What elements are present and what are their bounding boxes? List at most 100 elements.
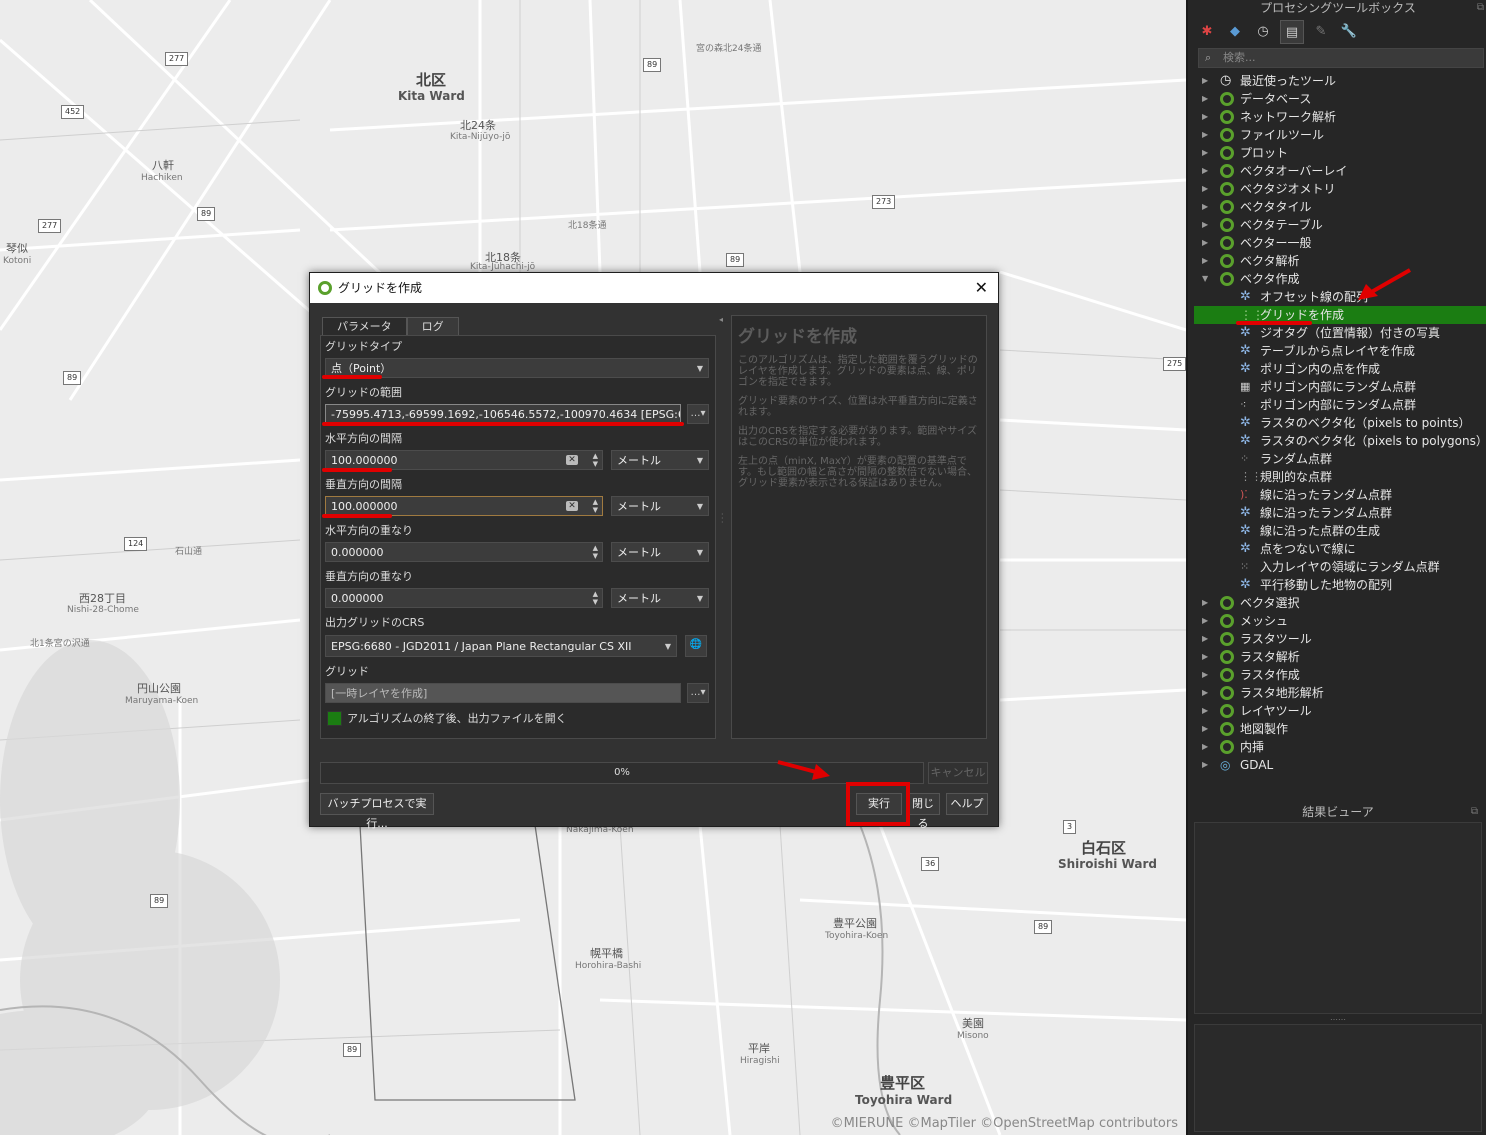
tab-log[interactable]: ログ [406,317,459,335]
collapse-arrow-icon[interactable]: ◂ [719,315,723,324]
tree-group[interactable]: ▶ ベクタタイル [1188,198,1486,216]
options-wrench-icon[interactable]: 🔧 [1338,20,1360,42]
tree-item[interactable]: ⋮⋮ 規則的な点群 [1188,468,1486,486]
expand-arrow-icon[interactable]: ▶ [1202,144,1208,162]
tree-group[interactable]: ▶ ◷ 最近使ったツール [1188,72,1486,90]
tab-parameters[interactable]: パラメータ [322,317,407,335]
edit-features-icon[interactable]: ✎ [1310,20,1332,42]
tree-item[interactable]: ✲ ラスタのベクタ化（pixels to polygons） [1188,432,1486,450]
tree-group-vector-creation[interactable]: ▼ ベクタ作成 [1188,270,1486,288]
toolbox-search-input[interactable]: ⌕ 検索... [1198,48,1484,68]
expand-arrow-icon[interactable]: ▶ [1202,198,1208,216]
tree-item[interactable]: ▦ ポリゴン内部にランダム点群 [1188,378,1486,396]
voverlay-input[interactable]: 0.000000 ▲ ▼ [325,588,603,608]
tree-item[interactable]: ✲ オフセット線の配列 [1188,288,1486,306]
clear-icon[interactable]: ✕ [566,501,578,511]
crs-select[interactable]: EPSG:6680 - JGD2011 / Japan Plane Rectan… [325,635,677,657]
open-output-checkbox[interactable] [327,711,342,726]
hspacing-unit-select[interactable]: メートル ▼ [611,450,709,470]
expand-arrow-icon[interactable]: ▶ [1202,108,1208,126]
spinner-icon[interactable]: ▲ ▼ [593,452,598,468]
map-attribution[interactable]: ©MIERUNE ©MapTiler ©OpenStreetMap contri… [831,1116,1178,1131]
results-detail[interactable] [1194,1024,1482,1132]
grid-output-input[interactable]: [一時レイヤを作成] [325,683,681,703]
tree-group[interactable]: ▶ ベクタオーバーレイ [1188,162,1486,180]
splitter-handle[interactable]: …… [1194,1014,1482,1022]
tree-group[interactable]: ▶ プロット [1188,144,1486,162]
tree-item[interactable]: ✲ 線に沿ったランダム点群 [1188,504,1486,522]
expand-arrow-icon[interactable]: ▶ [1202,180,1208,198]
results-icon[interactable]: ▤ [1280,20,1304,44]
python-icon[interactable]: ◆ [1224,20,1246,42]
tree-item[interactable]: ✲ ジオタグ（位置情報）付きの写真 [1188,324,1486,342]
crs-selector-button[interactable]: 🌐 [685,635,707,657]
expand-arrow-icon[interactable]: ▶ [1202,720,1208,738]
expand-arrow-icon[interactable]: ▶ [1202,702,1208,720]
expand-arrow-icon[interactable]: ▶ [1202,90,1208,108]
expand-arrow-icon[interactable]: ▶ [1202,612,1208,630]
expand-arrow-icon[interactable]: ▶ [1202,72,1208,90]
spinner-icon[interactable]: ▲ ▼ [593,498,598,514]
tree-item[interactable]: ✲ 平行移動した地物の配列 [1188,576,1486,594]
tree-item[interactable]: ⁘ ランダム点群 [1188,450,1486,468]
tree-group[interactable]: ▶ ラスタ地形解析 [1188,684,1486,702]
tree-item[interactable]: ⁖ ポリゴン内部にランダム点群 [1188,396,1486,414]
tree-group[interactable]: ▶ ラスタ解析 [1188,648,1486,666]
tree-item[interactable]: ✲ ポリゴン内の点を作成 [1188,360,1486,378]
expand-arrow-icon[interactable]: ▶ [1202,630,1208,648]
tree-group[interactable]: ▶ ラスタ作成 [1188,666,1486,684]
tree-group[interactable]: ▶ ベクタ選択 [1188,594,1486,612]
tree-group[interactable]: ▶ 内挿 [1188,738,1486,756]
expand-arrow-icon[interactable]: ▶ [1202,234,1208,252]
results-list[interactable] [1194,822,1482,1014]
tree-group[interactable]: ▶ ラスタツール [1188,630,1486,648]
collapse-arrow-icon[interactable]: ▼ [1202,270,1208,288]
history-icon[interactable]: ◷ [1252,20,1274,42]
dialog-titlebar[interactable]: グリッドを作成 ✕ [310,273,998,303]
tree-item[interactable]: ✲ 線に沿った点群の生成 [1188,522,1486,540]
vspacing-input[interactable]: 100.000000 ✕ ▲ ▼ [325,496,603,516]
expand-arrow-icon[interactable]: ▶ [1202,252,1208,270]
extent-browse-button[interactable]: …▾ [687,404,709,424]
hoverlay-input[interactable]: 0.000000 ▲ ▼ [325,542,603,562]
close-icon[interactable]: ✕ [975,273,988,303]
spinner-icon[interactable]: ▲ ▼ [593,590,598,606]
close-button[interactable]: 閉じる [906,793,940,830]
voverlay-unit-select[interactable]: メートル ▼ [611,588,709,608]
tree-group[interactable]: ▶ ネットワーク解析 [1188,108,1486,126]
batch-process-button[interactable]: バッチプロセスで実行... [320,793,434,830]
hspacing-input[interactable]: 100.000000 ✕ ▲ ▼ [325,450,603,470]
expand-arrow-icon[interactable]: ▶ [1202,126,1208,144]
tree-group[interactable]: ▶ メッシュ [1188,612,1486,630]
cancel-button[interactable]: キャンセル [928,762,988,784]
tree-item[interactable]: ⁙ 入力レイヤの領域にランダム点群 [1188,558,1486,576]
extent-input[interactable]: -75995.4713,-69599.1692,-106546.5572,-10… [325,404,681,424]
results-undock-icon[interactable]: ⧉ [1471,804,1478,820]
tree-group[interactable]: ▶ ベクタ解析 [1188,252,1486,270]
tree-item[interactable]: )⁚ 線に沿ったランダム点群 [1188,486,1486,504]
expand-arrow-icon[interactable]: ▶ [1202,162,1208,180]
tree-group[interactable]: ▶ データベース [1188,90,1486,108]
tree-group[interactable]: ▶ ベクタジオメトリ [1188,180,1486,198]
clear-icon[interactable]: ✕ [566,455,578,465]
grid-output-browse-button[interactable]: …▾ [687,683,709,703]
tree-item[interactable]: ✲ 点をつないで線に [1188,540,1486,558]
tree-group[interactable]: ▶ ベクタテーブル [1188,216,1486,234]
grid-type-select[interactable]: 点（Point） ▼ [325,358,709,378]
tree-item[interactable]: ✲ ラスタのベクタ化（pixels to points） [1188,414,1486,432]
panel-undock-icon[interactable]: ⧉ [1477,0,1484,16]
tree-group[interactable]: ▶ ベクター一般 [1188,234,1486,252]
tree-group[interactable]: ▶ ◎ GDAL [1188,756,1486,774]
hoverlay-unit-select[interactable]: メートル ▼ [611,542,709,562]
tree-group[interactable]: ▶ 地図製作 [1188,720,1486,738]
tree-group[interactable]: ▶ ファイルツール [1188,126,1486,144]
help-button[interactable]: ヘルプ [946,793,988,815]
expand-arrow-icon[interactable]: ▶ [1202,666,1208,684]
splitter-handle[interactable]: · · · [721,511,724,527]
vspacing-unit-select[interactable]: メートル ▼ [611,496,709,516]
expand-arrow-icon[interactable]: ▶ [1202,756,1208,774]
spinner-icon[interactable]: ▲ ▼ [593,544,598,560]
expand-arrow-icon[interactable]: ▶ [1202,594,1208,612]
tree-group[interactable]: ▶ レイヤツール [1188,702,1486,720]
expand-arrow-icon[interactable]: ▶ [1202,216,1208,234]
